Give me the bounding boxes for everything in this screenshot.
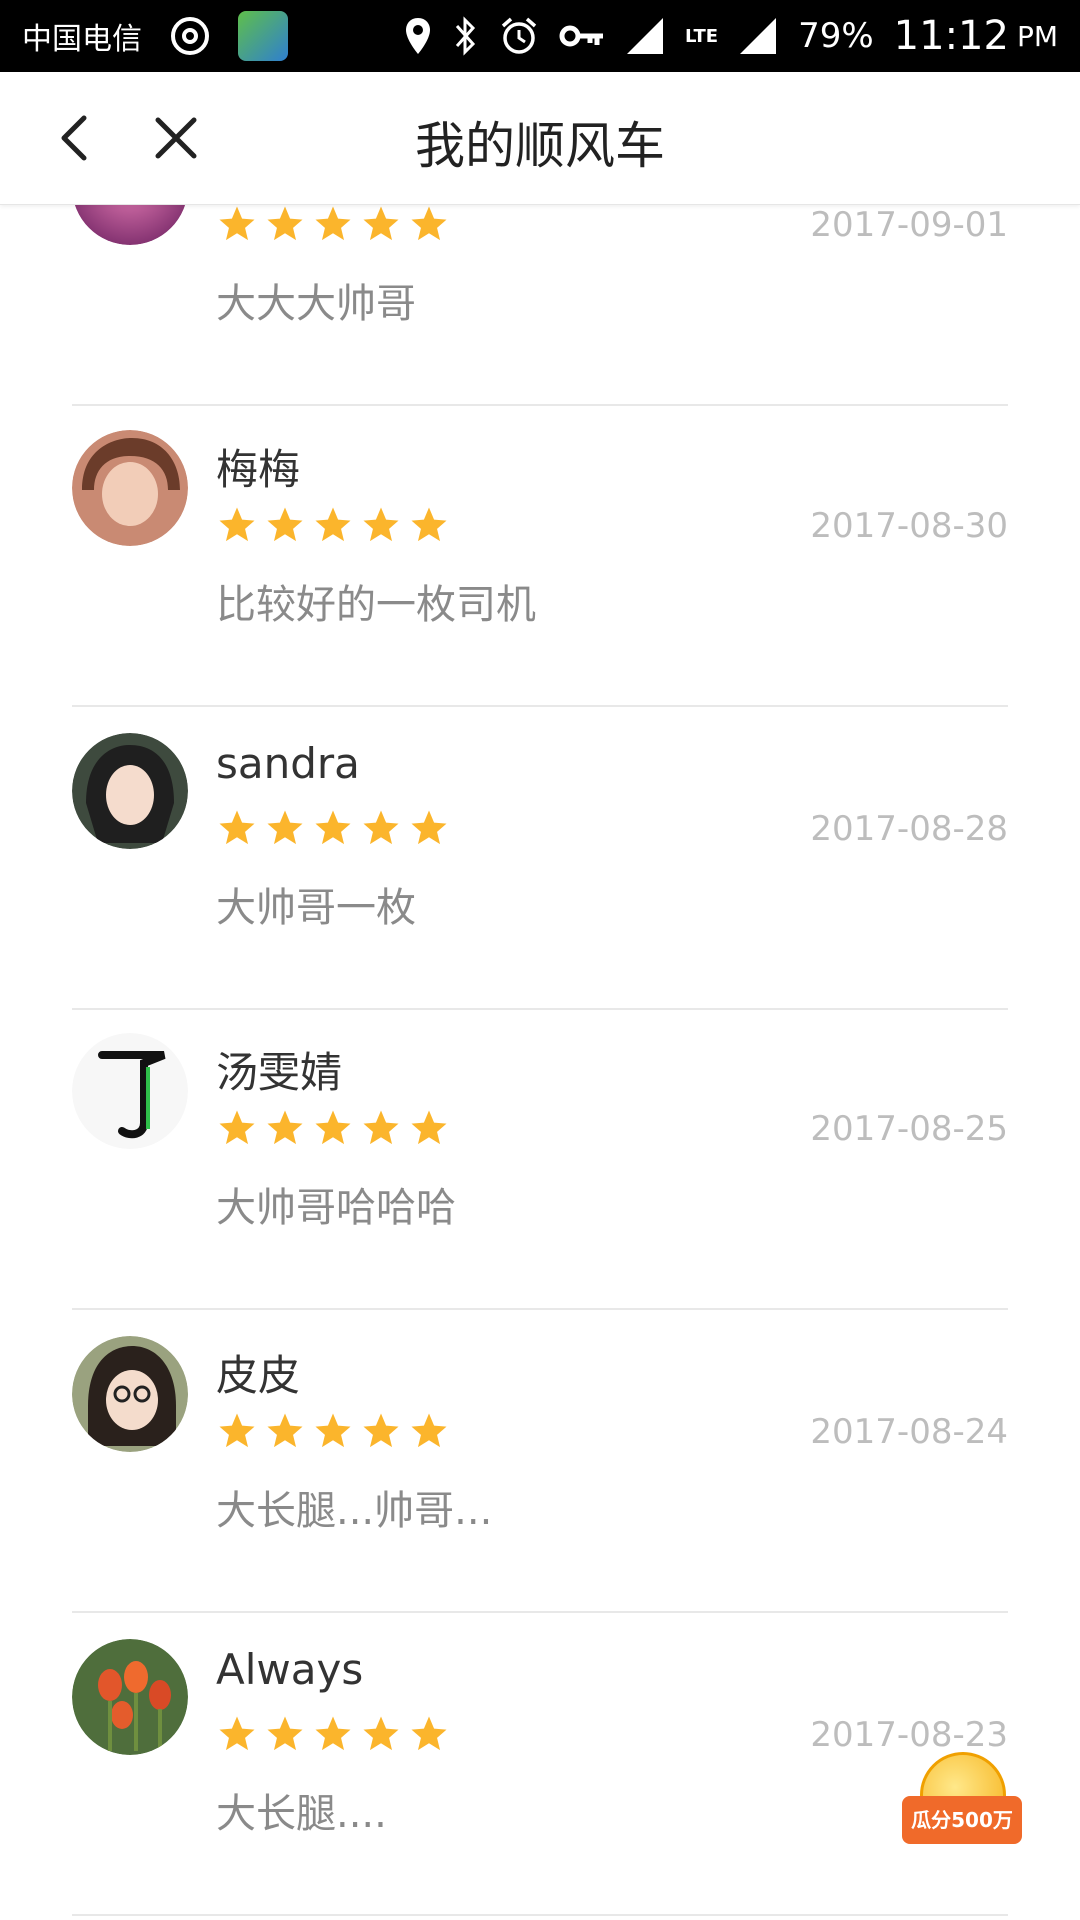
star-icon <box>219 1110 255 1145</box>
review-item: 皮皮 2017-08-24 大长腿...帅哥... <box>72 1310 1008 1613</box>
star-icon <box>363 810 399 845</box>
star-rating <box>216 1410 450 1454</box>
star-icon <box>315 1413 351 1448</box>
review-date: 2017-09-01 <box>810 205 1008 245</box>
review-comment: 大长腿...帅哥... <box>216 1488 493 1534</box>
star-rating <box>216 204 450 247</box>
star-icon <box>219 507 255 542</box>
carrier-label: 中国电信 <box>22 22 142 57</box>
status-bar: 中国电信 LTE 79% 11:12 PM <box>0 0 1080 72</box>
reviewer-name: 汤雯婧 <box>216 1048 343 1097</box>
avatar <box>72 1336 188 1452</box>
netease-music-icon <box>171 17 209 55</box>
star-icon <box>315 1716 351 1751</box>
star-icon <box>363 1413 399 1448</box>
app-notification-icon <box>238 11 288 61</box>
bluetooth-icon <box>455 16 476 56</box>
star-icon <box>267 206 303 241</box>
page-title: 我的顺风车 <box>415 117 665 175</box>
star-icon <box>411 1110 447 1145</box>
star-icon <box>315 206 351 241</box>
star-icon <box>315 507 351 542</box>
review-comment: 大帅哥哈哈哈 <box>216 1185 456 1231</box>
review-item: sandra 2017-08-28 大帅哥一枚 <box>72 707 1008 1010</box>
star-icon <box>363 206 399 241</box>
avatar <box>72 733 188 849</box>
star-icon <box>267 1716 303 1751</box>
location-icon <box>406 18 431 54</box>
battery-label: 79% <box>798 16 874 56</box>
star-rating <box>216 504 450 548</box>
star-icon <box>363 1110 399 1145</box>
star-icon <box>315 1110 351 1145</box>
reviewer-name: 梅梅 <box>216 445 301 494</box>
review-item: 2017-09-01 大大大帅哥 <box>72 204 1008 406</box>
star-icon <box>267 1110 303 1145</box>
signal-icon <box>627 18 664 54</box>
star-icon <box>315 810 351 845</box>
review-date: 2017-08-24 <box>810 1412 1008 1452</box>
review-comment: 比较好的一枚司机 <box>216 582 536 628</box>
reviewer-name: Always <box>216 1645 364 1694</box>
promo-floating-button[interactable]: 瓜分500万 <box>902 1752 1022 1848</box>
navigation-header: 我的顺风车 <box>0 72 1080 205</box>
review-date: 2017-08-25 <box>810 1109 1008 1149</box>
avatar <box>72 1033 188 1149</box>
signal-strength-icon <box>740 18 777 54</box>
star-icon <box>267 1413 303 1448</box>
review-item: 汤雯婧 2017-08-25 大帅哥哈哈哈 <box>72 1007 1008 1310</box>
star-icon <box>411 206 447 241</box>
clock-time: 11:12 <box>893 13 1009 59</box>
review-comment: 大帅哥一枚 <box>216 885 416 931</box>
vpn-key-icon <box>559 25 604 47</box>
star-icon <box>411 810 447 845</box>
divider <box>72 1914 1008 1916</box>
star-icon <box>219 1716 255 1751</box>
star-icon <box>219 1413 255 1448</box>
avatar <box>72 1639 188 1755</box>
reviewer-name: sandra <box>216 739 360 788</box>
review-item: Always 2017-08-23 大长腿.... <box>72 1613 1008 1916</box>
review-date: 2017-08-23 <box>810 1715 1008 1755</box>
avatar <box>72 430 188 546</box>
star-icon <box>411 1413 447 1448</box>
star-icon <box>219 810 255 845</box>
star-rating <box>216 1713 450 1757</box>
star-rating <box>216 1107 450 1151</box>
star-rating <box>216 807 450 851</box>
star-icon <box>267 810 303 845</box>
review-date: 2017-08-30 <box>810 506 1008 546</box>
clock-ampm: PM <box>1016 19 1058 53</box>
review-comment: 大长腿.... <box>216 1791 387 1837</box>
promo-label: 瓜分500万 <box>902 1796 1022 1844</box>
review-list[interactable]: 2017-09-01 大大大帅哥 梅梅 2017-08-30 比较好的一枚司机 … <box>0 204 1080 1920</box>
review-item: 梅梅 2017-08-30 比较好的一枚司机 <box>72 404 1008 707</box>
avatar <box>74 204 186 245</box>
reviewer-name: 皮皮 <box>216 1351 301 1400</box>
star-icon <box>363 507 399 542</box>
network-type-label: LTE <box>685 25 719 47</box>
star-icon <box>267 507 303 542</box>
star-icon <box>219 206 255 241</box>
review-comment: 大大大帅哥 <box>216 281 416 327</box>
review-date: 2017-08-28 <box>810 809 1008 849</box>
star-icon <box>363 1716 399 1751</box>
alarm-icon <box>501 17 537 54</box>
star-icon <box>411 1716 447 1751</box>
star-icon <box>411 507 447 542</box>
